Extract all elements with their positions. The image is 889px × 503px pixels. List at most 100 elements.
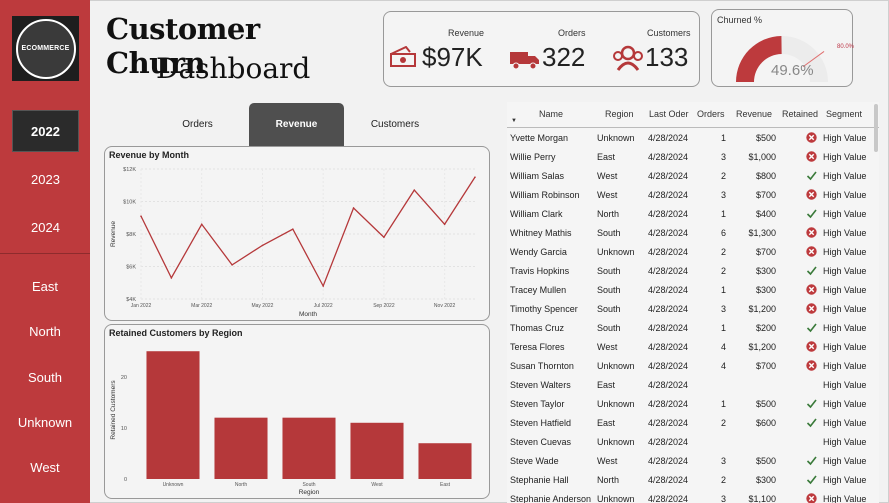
check-icon <box>806 265 817 278</box>
customers-kpi-value: 133 <box>645 42 689 72</box>
cell-segment: High Value <box>823 190 867 200</box>
cell-orders: 3 <box>720 456 726 466</box>
cell-region: North <box>597 475 620 485</box>
cell-segment: High Value <box>823 266 867 276</box>
cell-region: East <box>597 152 616 162</box>
cell-segment: High Value <box>823 475 867 485</box>
year-button-2022[interactable]: 2022 <box>12 110 79 152</box>
cell-name: Susan Thornton <box>510 361 574 371</box>
table-row[interactable]: Whitney Mathis South 4/28/2024 6 $1,300 High … <box>507 224 879 243</box>
revenue-kpi-value: $97K <box>422 42 483 72</box>
sidebar: ECOMMERCE 2022 2023 2024 East North Sout… <box>0 0 90 503</box>
y-tick-label: $6K <box>126 265 136 271</box>
table-row[interactable]: Steven Walters East 4/28/2024 High Value <box>507 376 879 395</box>
cell-orders: 1 <box>720 133 726 143</box>
cell-segment: High Value <box>823 418 867 428</box>
cell-segment: High Value <box>823 304 867 314</box>
cell-orders: 1 <box>720 285 726 295</box>
customers-kpi-label: Customers <box>647 28 691 38</box>
region-button-south[interactable]: South <box>0 362 90 392</box>
table-row[interactable]: Stephanie Hall North 4/28/2024 2 $300 High Va… <box>507 471 879 490</box>
table-row[interactable]: Susan Thornton Unknown 4/28/2024 4 $700 High … <box>507 357 879 376</box>
kpi-card: Revenue $97K Orders 322 Customers 133 <box>383 11 700 87</box>
table-row[interactable]: Timothy Spencer South 4/28/2024 3 $1,200 High… <box>507 300 879 319</box>
cell-last-order: 4/28/2024 <box>648 285 689 295</box>
data-point <box>413 189 416 191</box>
header-region[interactable]: Region <box>605 109 634 119</box>
cell-region: Unknown <box>597 247 635 257</box>
header-last-order[interactable]: Last Oder <box>649 109 689 119</box>
cell-orders: 2 <box>720 247 726 257</box>
tab-orders[interactable]: Orders <box>160 103 235 146</box>
region-button-east[interactable]: East <box>0 271 90 301</box>
cell-name: William Robinson <box>510 190 580 200</box>
cell-name: Steve Wade <box>510 456 559 466</box>
x-circle-icon <box>806 246 817 259</box>
cell-segment: High Value <box>823 456 867 466</box>
table-row[interactable]: Travis Hopkins South 4/28/2024 2 $300 High Va… <box>507 262 879 281</box>
cell-revenue: $500 <box>755 456 776 466</box>
cell-region: Unknown <box>597 494 635 503</box>
cell-region: West <box>597 342 618 352</box>
sort-down-icon[interactable]: ▼ <box>511 118 517 124</box>
cell-segment: High Value <box>823 247 867 257</box>
table-row[interactable]: William Clark North 4/28/2024 1 $400 High Val… <box>507 205 879 224</box>
cell-name: Stephanie Anderson <box>510 494 592 503</box>
data-point <box>443 223 446 226</box>
cell-segment: High Value <box>823 323 867 333</box>
cell-orders: 2 <box>720 266 726 276</box>
header-segment[interactable]: Segment <box>826 109 862 119</box>
sidebar-divider <box>0 253 90 254</box>
table-row[interactable]: Thomas Cruz South 4/28/2024 1 $200 High Value <box>507 319 879 338</box>
table-row[interactable]: Wendy Garcia Unknown 4/28/2024 2 $700 High Va… <box>507 243 879 262</box>
table-row[interactable]: Yvette Morgan Unknown 4/28/2024 1 $500 High V… <box>507 129 879 148</box>
x-circle-icon <box>806 189 817 202</box>
table-row[interactable]: William Robinson West 4/28/2024 3 $700 High V… <box>507 186 879 205</box>
cell-name: Stephanie Hall <box>510 475 569 485</box>
cell-region: East <box>597 418 616 428</box>
cell-last-order: 4/28/2024 <box>648 209 689 219</box>
data-point <box>261 244 264 247</box>
table-row[interactable]: Steve Wade West 4/28/2024 3 $500 High Value <box>507 452 879 471</box>
x-tick-label: South <box>302 482 315 488</box>
header-name[interactable]: Name <box>539 109 563 119</box>
cell-name: Steven Walters <box>510 380 571 390</box>
x-circle-icon <box>806 493 817 503</box>
x-circle-icon <box>806 303 817 316</box>
orders-kpi-label: Orders <box>558 28 586 38</box>
table-row[interactable]: Steven Hatfield East 4/28/2024 2 $600 High Va… <box>507 414 879 433</box>
y-axis-label: Revenue <box>110 221 117 247</box>
cell-last-order: 4/28/2024 <box>648 247 689 257</box>
tab-customers[interactable]: Customers <box>355 103 435 146</box>
region-button-west[interactable]: West <box>0 452 90 482</box>
x-tick-label: Jan 2022 <box>131 303 152 309</box>
region-bar-chart: 0 10 20 Unknown North South West East Region Reta… <box>110 351 472 496</box>
cell-segment: High Value <box>823 228 867 238</box>
cell-region: Unknown <box>597 399 635 409</box>
year-button-2024[interactable]: 2024 <box>12 206 79 248</box>
table-row[interactable]: Steven Taylor Unknown 4/28/2024 1 $500 High V… <box>507 395 879 414</box>
region-button-north[interactable]: North <box>0 316 90 346</box>
tab-revenue[interactable]: Revenue <box>249 103 344 146</box>
cell-last-order: 4/28/2024 <box>648 171 689 181</box>
table-row[interactable]: Willie Perry East 4/28/2024 3 $1,000 High Val… <box>507 148 879 167</box>
cell-region: South <box>597 304 621 314</box>
cell-region: West <box>597 456 618 466</box>
table-row[interactable]: Teresa Flores West 4/28/2024 4 $1,200 High Va… <box>507 338 879 357</box>
table-scrollbar[interactable] <box>874 104 878 152</box>
region-button-unknown[interactable]: Unknown <box>0 407 90 437</box>
cell-name: Wendy Garcia <box>510 247 567 257</box>
cell-name: Steven Taylor <box>510 399 565 409</box>
table-row[interactable]: William Salas West 4/28/2024 2 $800 High Valu… <box>507 167 879 186</box>
cell-segment: High Value <box>823 437 867 447</box>
table-row[interactable]: Stephanie Anderson Unknown 4/28/2024 3 $1,10… <box>507 490 879 503</box>
cell-orders: 1 <box>720 399 726 409</box>
cell-region: East <box>597 380 616 390</box>
header-orders[interactable]: Orders <box>697 109 725 119</box>
cell-orders: 3 <box>720 304 726 314</box>
header-retained[interactable]: Retained <box>782 109 818 119</box>
year-button-2023[interactable]: 2023 <box>12 158 79 200</box>
table-row[interactable]: Tracey Mullen South 4/28/2024 1 $300 High Val… <box>507 281 879 300</box>
header-revenue[interactable]: Revenue <box>736 109 772 119</box>
table-row[interactable]: Steven Cuevas Unknown 4/28/2024 High Value <box>507 433 879 452</box>
